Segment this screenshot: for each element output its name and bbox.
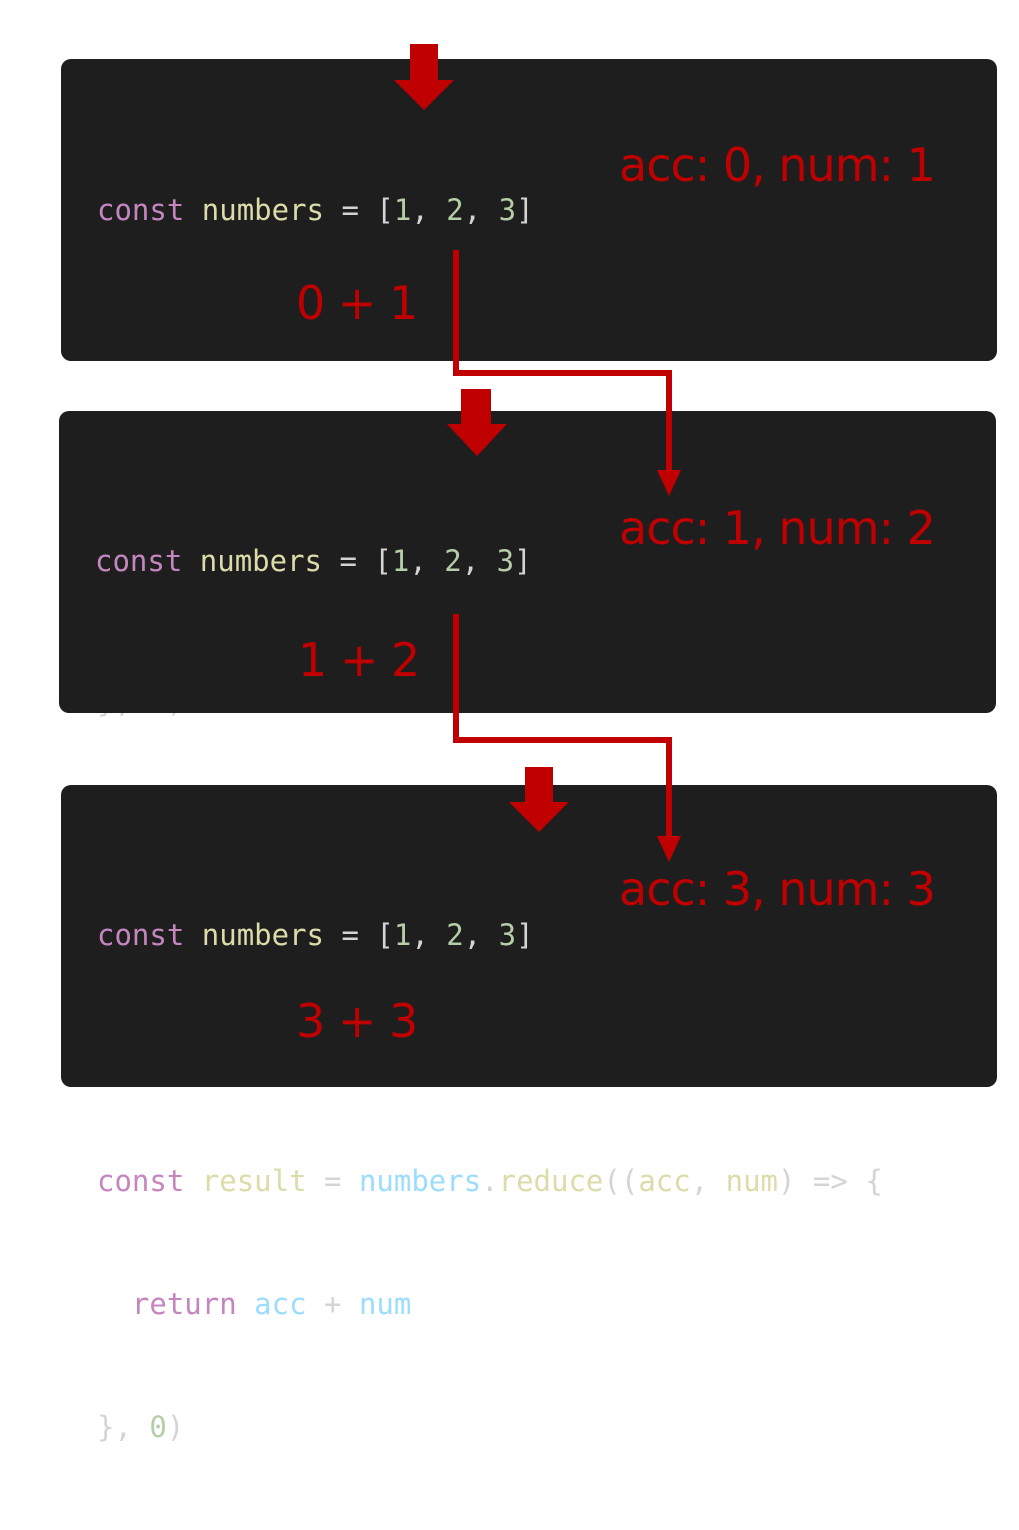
- step-3-sum-label: 3 + 3: [296, 994, 418, 1048]
- code-panel-2: const numbers = [1, 2, 3] const result =…: [59, 411, 996, 1070]
- step-1-state-label: acc: 0, num: 1: [619, 138, 936, 192]
- numbers-declaration: const numbers = [1, 2, 3]: [97, 918, 534, 952]
- array-element-2: 2: [446, 918, 464, 952]
- step-1-sum-label: 0 + 1: [296, 276, 418, 330]
- array-element-1: 1: [391, 544, 410, 578]
- step-2-state-label: acc: 1, num: 2: [619, 501, 936, 555]
- array-element-3: 3: [498, 193, 517, 227]
- array-element-3: 3: [498, 918, 517, 952]
- code-panel-1: const numbers = [1, 2, 3] const result =…: [61, 59, 997, 719]
- step-3-state-label: acc: 3, num: 3: [619, 862, 936, 916]
- code-panel-3: const numbers = [1, 2, 3] const result =…: [61, 785, 997, 1444]
- var-numbers: numbers: [201, 193, 324, 227]
- array-element-2: 2: [444, 544, 462, 578]
- result-declaration: const result = numbers.reduce((acc, num)…: [97, 1164, 883, 1198]
- array-element-3: 3: [496, 544, 515, 578]
- array-element-1: 1: [393, 193, 412, 227]
- keyword-const: const: [97, 193, 185, 227]
- closing-line: }, 0): [97, 1410, 185, 1444]
- return-line: return acc + num: [131, 1287, 412, 1321]
- step-2-sum-label: 1 + 2: [298, 633, 420, 687]
- array-element-1: 1: [393, 918, 412, 952]
- array-element-2: 2: [446, 193, 464, 227]
- code-block-3: const numbers = [1, 2, 3] const result =…: [97, 833, 883, 1530]
- numbers-declaration: const numbers = [1, 2, 3]: [97, 193, 534, 227]
